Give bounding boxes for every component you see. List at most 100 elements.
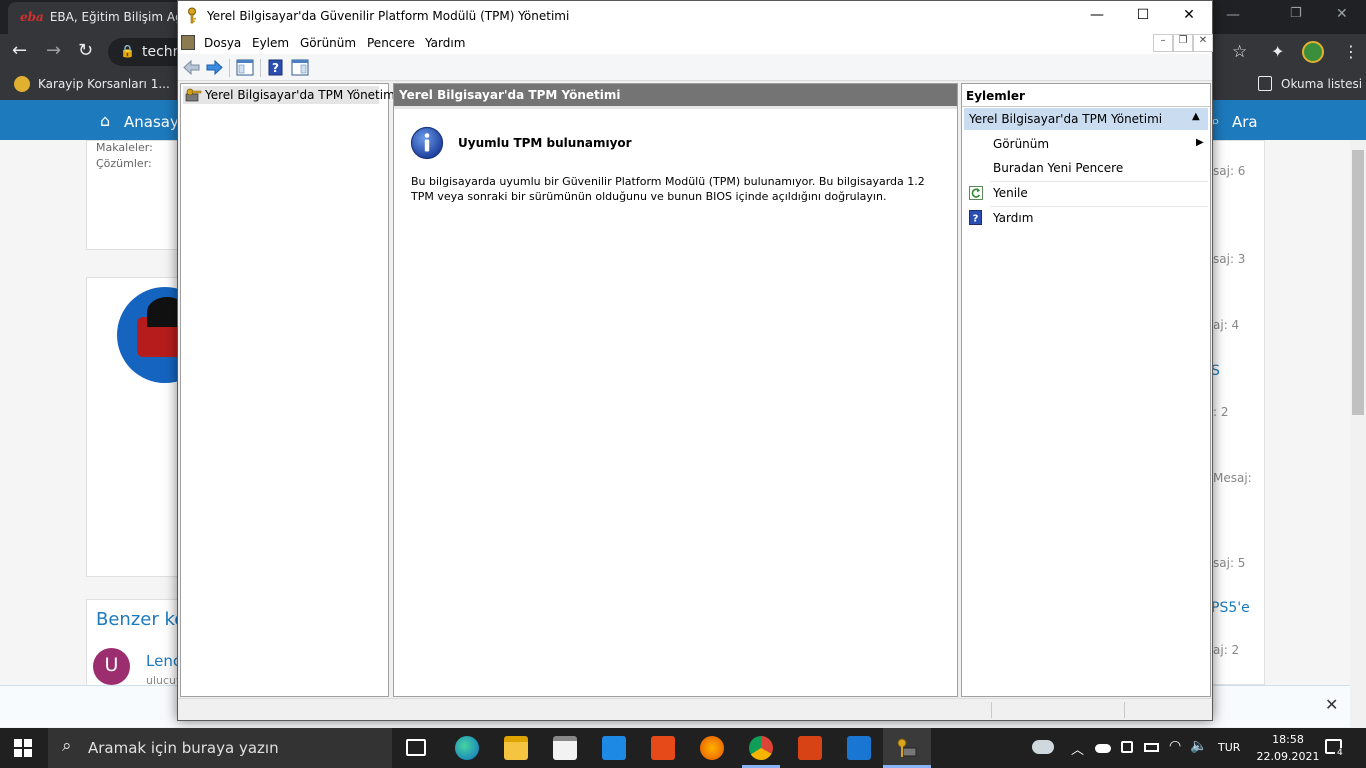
action-label: Görünüm [993,137,1050,151]
action-label: Buradan Yeni Pencere [993,161,1124,175]
show-hide-action-pane-icon[interactable] [290,58,310,77]
language-indicator[interactable]: TUR [1218,741,1240,754]
tpm-key-icon [895,736,919,760]
mail-icon[interactable] [602,736,626,760]
bookmark-favicon [14,76,30,92]
reading-list-icon[interactable] [1258,76,1272,91]
browser-tab[interactable]: eba EBA, Eğitim Bilişim Ağı, D [8,2,184,34]
edge-icon[interactable] [455,736,479,760]
stat-text: aj: 2 [1213,643,1240,657]
result-pane-border [394,106,957,109]
show-hide-tree-icon[interactable] [235,58,255,77]
browser-minimize-button[interactable]: — [1226,7,1240,23]
clock-time[interactable]: 18:58 [1265,733,1311,746]
battery-icon[interactable] [1144,743,1159,752]
extensions-icon[interactable]: ✦ [1271,42,1284,61]
window-maximize-button[interactable]: ☐ [1120,1,1166,32]
actions-section-tpm[interactable]: Yerel Bilgisayar'da TPM Yönetimi ▲ [964,108,1208,130]
browser-tab-title: EBA, Eğitim Bilişim Ağı, D [49,10,184,24]
back-icon[interactable]: ← [12,40,27,61]
child-restore-button[interactable]: ❐ [1173,34,1193,52]
stat-text: saj: 5 [1213,556,1246,570]
reader-icon[interactable] [798,736,822,760]
profile-avatar[interactable] [1302,41,1324,63]
onedrive-icon[interactable] [1095,744,1111,753]
similar-heading: Benzer ko [96,609,186,630]
submenu-arrow-icon: ▶ [1196,137,1204,148]
action-label: Yenile [993,186,1028,200]
action-yardim[interactable]: ? Yardım [964,207,1208,229]
back-arrow-icon[interactable] [182,58,202,77]
reading-list[interactable]: Okuma listesi [1281,77,1362,91]
home-icon[interactable]: ⌂ [100,111,110,130]
tpm-management-window: Yerel Bilgisayar'da Güvenilir Platform M… [177,0,1213,721]
info-text-line-1: Bu bilgisayarda uyumlu bir Güvenilir Pla… [411,175,925,188]
action-label: Yardım [993,211,1034,225]
stat-text: aj: 4 [1213,318,1240,332]
menu-yardim[interactable]: Yardım [425,36,465,50]
store-icon[interactable] [553,736,577,760]
stat-text: : 2 [1213,405,1229,419]
similar-link[interactable]: Lenc [146,652,181,670]
browser-menu-icon[interactable]: ⋮ [1343,42,1359,61]
volume-icon[interactable]: 🔈 [1190,738,1207,754]
task-view-icon[interactable] [406,739,426,756]
tree-item-tpm-root[interactable]: Yerel Bilgisayar'da TPM Yönetimi [183,86,398,106]
office-icon[interactable] [651,736,675,760]
tree-item-label: Yerel Bilgisayar'da TPM Yönetimi [205,88,399,102]
actions-header-divider [962,106,1210,107]
page-scrollbar-thumb[interactable] [1352,150,1364,415]
firefox-icon[interactable] [700,736,724,760]
browser-close-button[interactable]: ✕ [1336,6,1348,22]
taskbar-search-input[interactable]: ⌕ Aramak için buraya yazın [48,728,392,768]
user-avatar: U [93,648,130,685]
menu-gorunum[interactable]: Görünüm [300,36,356,50]
address-text: techn [142,44,182,60]
child-minimize-button[interactable]: – [1153,34,1173,52]
forward-arrow-icon[interactable] [204,58,224,77]
action-gorunum[interactable]: Görünüm ▶ [964,133,1208,155]
site-nav-search[interactable]: Ara [1232,113,1258,131]
window-minimize-button[interactable]: — [1074,1,1120,32]
stat-link[interactable]: PS5'e [1211,600,1250,616]
bookmark-item[interactable]: Karayip Korsanları 1... [38,77,170,91]
svg-text:?: ? [272,61,279,75]
actions-header: Eylemler [966,89,1025,103]
search-icon: ⌕ [62,736,72,756]
weather-icon[interactable] [1032,740,1054,754]
tpm-key-icon [185,87,203,106]
toolbar: ? [178,54,1212,81]
bookmark-star-icon[interactable]: ☆ [1232,42,1247,62]
tray-chevron-icon[interactable]: ︿ [1071,739,1084,758]
action-new-window[interactable]: Buradan Yeni Pencere [964,157,1208,179]
meet-now-icon[interactable] [1121,741,1133,753]
notification-close-icon[interactable]: ✕ [1325,695,1338,714]
info-text-line-2: TPM veya sonraki bir sürümünün olduğunu … [411,190,887,203]
start-button[interactable] [14,739,32,760]
status-divider [991,702,992,718]
menu-dosya[interactable]: Dosya [204,36,241,50]
photos-icon[interactable] [847,736,871,760]
reload-icon[interactable]: ↻ [78,40,93,61]
clock-date[interactable]: 22.09.2021 [1250,750,1326,763]
help-icon[interactable]: ? [266,58,286,77]
action-yenile[interactable]: Yenile [964,182,1208,204]
menu-pencere[interactable]: Pencere [367,36,415,50]
stat-text: saj: 3 [1213,252,1246,266]
child-close-button[interactable]: ✕ [1193,34,1213,52]
forward-icon[interactable]: → [46,40,61,61]
menu-eylem[interactable]: Eylem [252,36,289,50]
window-titlebar[interactable]: Yerel Bilgisayar'da Güvenilir Platform M… [178,1,1212,32]
console-icon [181,35,195,50]
file-explorer-icon[interactable] [504,736,528,760]
window-close-button[interactable]: ✕ [1166,1,1212,32]
toolbar-separator [229,59,230,77]
stat-text: Mesaj: [1213,471,1252,485]
status-divider [1124,702,1125,718]
stat-text: saj: 6 [1213,164,1246,178]
chrome-icon[interactable] [749,736,773,760]
wifi-icon[interactable]: ◠ [1169,738,1181,754]
browser-restore-button[interactable]: ❐ [1290,6,1302,21]
notification-count-badge: 4 [1335,748,1345,758]
collapse-arrow-icon[interactable]: ▲ [1192,111,1200,122]
